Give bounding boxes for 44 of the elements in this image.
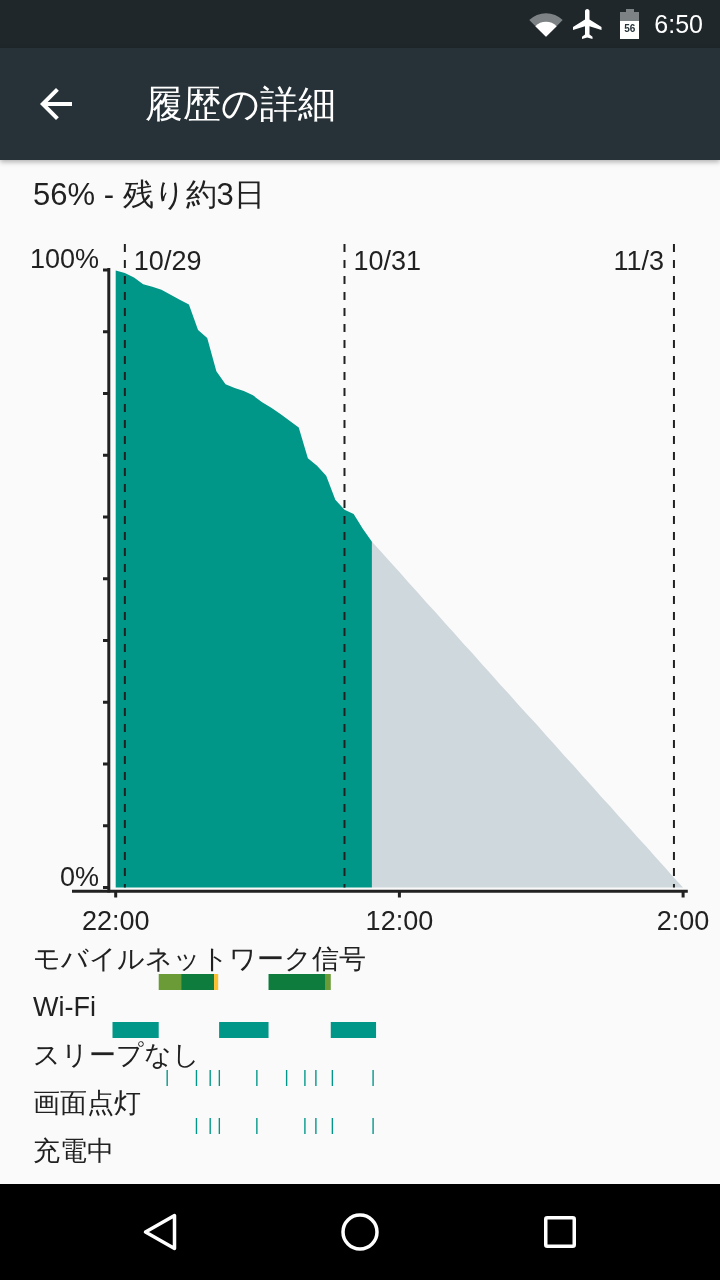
time-axis-label: 2:00	[656, 905, 710, 936]
screen-title: 履歴の詳細	[145, 82, 336, 127]
percent-axis-label: 100%	[29, 244, 99, 274]
timeline-bar	[219, 1022, 269, 1038]
track-label: モバイルネットワーク信号	[33, 944, 366, 974]
track-label: スリープなし	[33, 1040, 200, 1070]
clock-time: 6:50	[654, 9, 703, 39]
time-axis-label: 12:00	[365, 905, 434, 936]
timeline-tick	[372, 1118, 374, 1134]
timeline-tick	[372, 1070, 374, 1086]
timeline-tick	[304, 1070, 306, 1086]
date-label: 10/31	[353, 246, 422, 276]
recents-square-icon	[544, 1216, 576, 1248]
back-triangle-icon	[143, 1213, 177, 1251]
timeline-tick	[209, 1070, 211, 1086]
timeline-tick	[195, 1070, 198, 1086]
timeline-tick	[209, 1118, 211, 1134]
wifi-icon	[529, 13, 564, 37]
track-label: Wi-Fi	[33, 992, 96, 1022]
timeline-tick	[256, 1118, 258, 1134]
back-arrow-icon	[40, 88, 72, 120]
timeline-tick	[218, 1118, 221, 1134]
track-label: 充電中	[33, 1136, 114, 1166]
timeline-tick	[315, 1070, 317, 1086]
timeline-tick	[315, 1118, 317, 1134]
time-axis-label: 22:00	[81, 905, 150, 936]
timeline-tick	[256, 1070, 258, 1086]
percent-axis-label: 0%	[59, 861, 99, 892]
timeline-tick	[218, 1070, 221, 1086]
timeline-tick	[166, 1070, 168, 1086]
battery-percent: 56	[623, 23, 637, 35]
timeline-tick	[331, 1070, 334, 1086]
date-label: 11/3	[613, 246, 664, 276]
timeline-bar	[112, 1022, 159, 1038]
timeline-tick	[304, 1118, 306, 1134]
airplane-icon	[573, 9, 604, 39]
timeline-bar	[330, 1022, 377, 1038]
battery-summary: 56% - 残り約3日	[33, 176, 265, 214]
timeline-tick	[285, 1070, 288, 1086]
track-label: 画面点灯	[33, 1088, 141, 1118]
home-circle-icon	[341, 1213, 379, 1251]
timeline-tick	[331, 1118, 334, 1134]
timeline-tick	[195, 1118, 198, 1134]
date-label: 10/29	[133, 246, 202, 276]
